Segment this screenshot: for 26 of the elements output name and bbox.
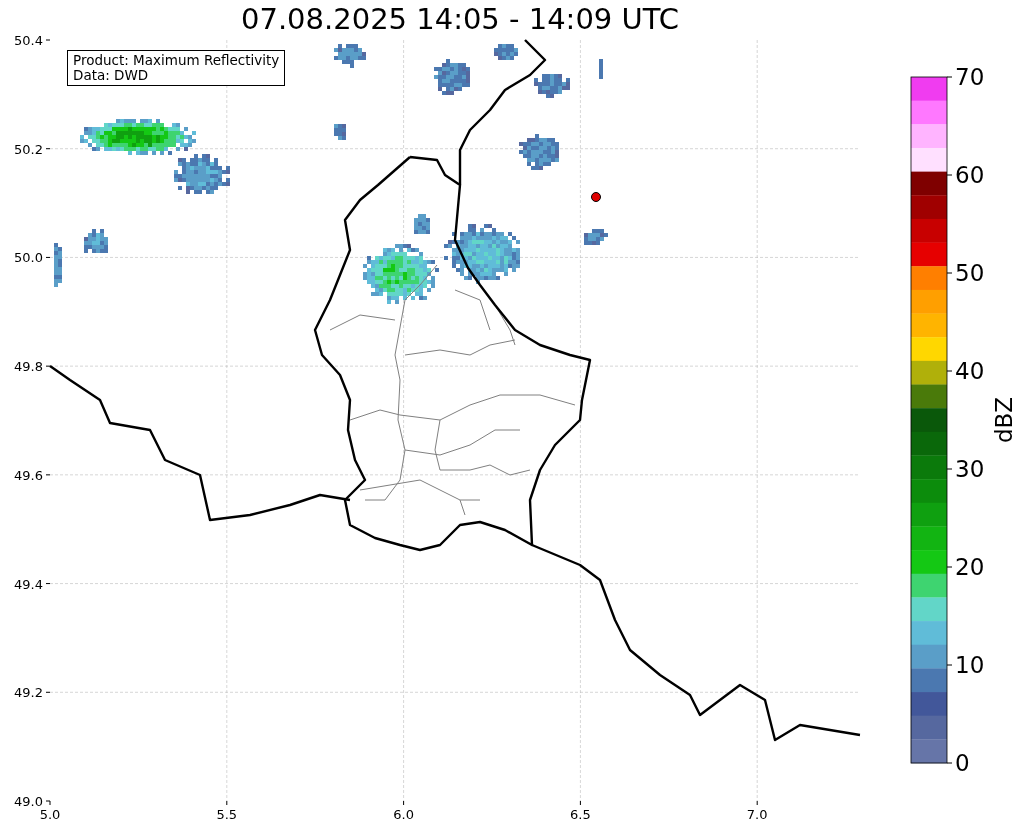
x-tick-label: 6.0 (393, 807, 414, 822)
x-tick-label: 6.5 (570, 807, 591, 822)
x-tick-label: 5.0 (39, 807, 61, 822)
location-marker (591, 192, 601, 202)
colorbar-tick-label: 70 (955, 64, 985, 90)
x-tick-label: 5.5 (216, 807, 238, 822)
y-tick-label: 50.0 (14, 250, 43, 266)
y-tick-label: 50.4 (14, 33, 43, 48)
y-tick-label: 49.8 (14, 359, 43, 375)
colorbar-tick-label: 50 (955, 260, 985, 286)
colorbar-tick-label: 30 (955, 456, 985, 482)
colorbar-tick-label: 40 (955, 358, 985, 384)
y-tick-label: 50.2 (14, 141, 43, 157)
colorbar-tick-label: 60 (955, 162, 985, 188)
colorbar-tick-label: 10 (955, 652, 985, 678)
chart-title: 07.08.2025 14:05 - 14:09 UTC (240, 1, 680, 32)
colorbar-tick-label: 0 (955, 750, 970, 776)
x-tick-label: 7.0 (746, 807, 768, 822)
info-text: Product: Maximum Reflectivity (73, 53, 280, 68)
info-text: Data: DWD (73, 68, 150, 83)
y-tick-label: 49.6 (14, 467, 43, 483)
y-tick-label: 49.4 (14, 576, 43, 592)
colorbar-tick-label: 20 (955, 554, 985, 580)
colorbar-label: dBZ (991, 396, 1017, 444)
y-tick-label: 49.0 (14, 794, 43, 809)
y-tick-label: 49.2 (14, 685, 43, 701)
